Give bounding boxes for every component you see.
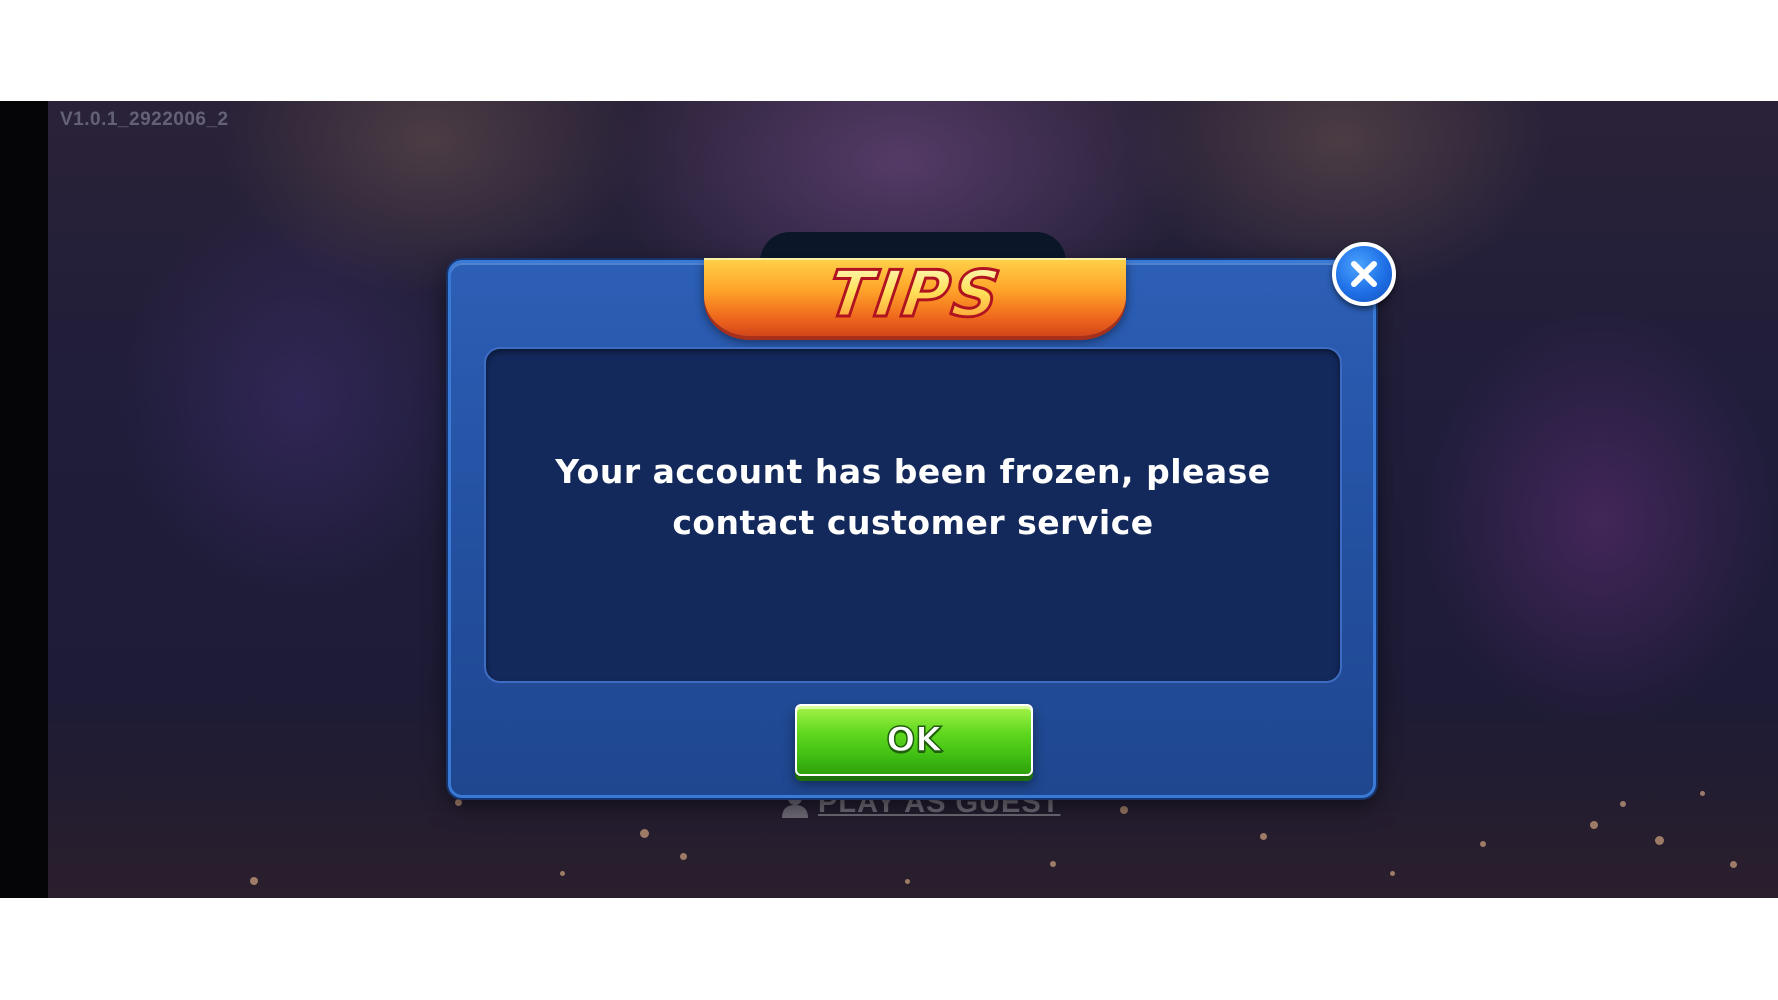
ok-button[interactable]: OK: [795, 704, 1033, 776]
close-icon: [1351, 261, 1377, 287]
screen: V1.0.1_2922006_2 PLAY AS GUEST TIPS Your…: [0, 0, 1778, 1000]
dialog-title-banner: TIPS: [704, 257, 1126, 336]
letterbox-bar: [0, 101, 48, 898]
version-label: V1.0.1_2922006_2: [60, 109, 229, 130]
message-panel: Your account has been frozen, please con…: [484, 347, 1342, 683]
dialog-title: TIPS: [822, 257, 1008, 334]
ok-button-label: OK: [886, 719, 943, 761]
dialog-message: Your account has been frozen, please con…: [555, 452, 1271, 542]
close-button[interactable]: [1332, 242, 1396, 306]
